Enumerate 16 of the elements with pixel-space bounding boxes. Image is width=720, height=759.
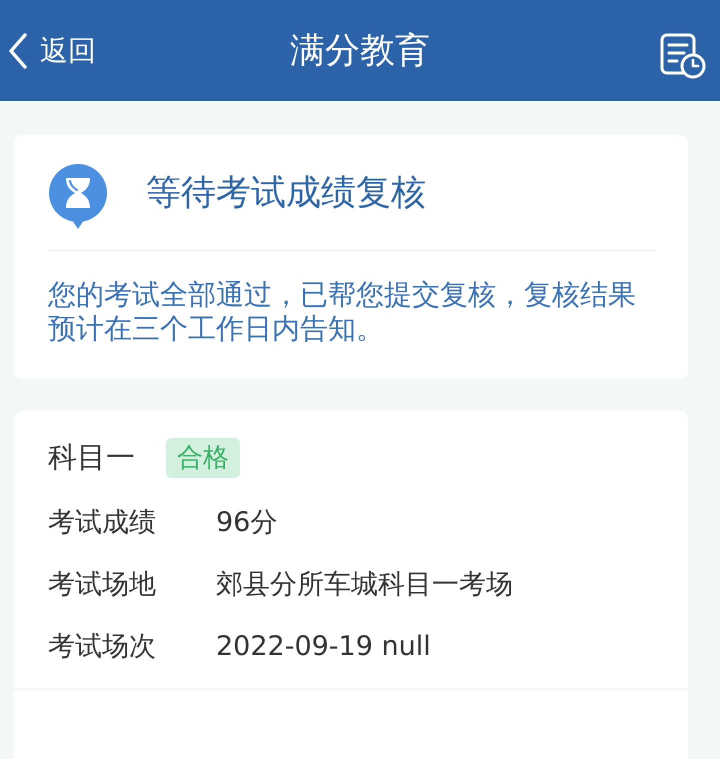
field-label: 考试场次 (48, 630, 157, 664)
field-value: 2022-09-19 null (216, 630, 431, 662)
hourglass-icon (48, 164, 108, 230)
pass-badge: 合格 (166, 438, 240, 478)
field-label: 考试成绩 (48, 506, 157, 540)
back-button[interactable]: 返回 (6, 28, 98, 74)
status-title: 等待考试成绩复核 (146, 172, 426, 215)
records-button[interactable] (660, 32, 706, 78)
page-title: 满分教育 (290, 30, 430, 73)
field-value: 郊县分所车城科目一考场 (216, 568, 513, 602)
status-message: 您的考试全部通过，已帮您提交复核，复核结果预计在三个工作日内告知。 (48, 277, 637, 347)
subject-name: 科目一 (48, 439, 135, 476)
field-value: 96分 (216, 506, 278, 540)
back-chevron-icon (8, 32, 28, 68)
field-label: 考试场地 (48, 568, 157, 602)
document-clock-icon (660, 32, 706, 78)
